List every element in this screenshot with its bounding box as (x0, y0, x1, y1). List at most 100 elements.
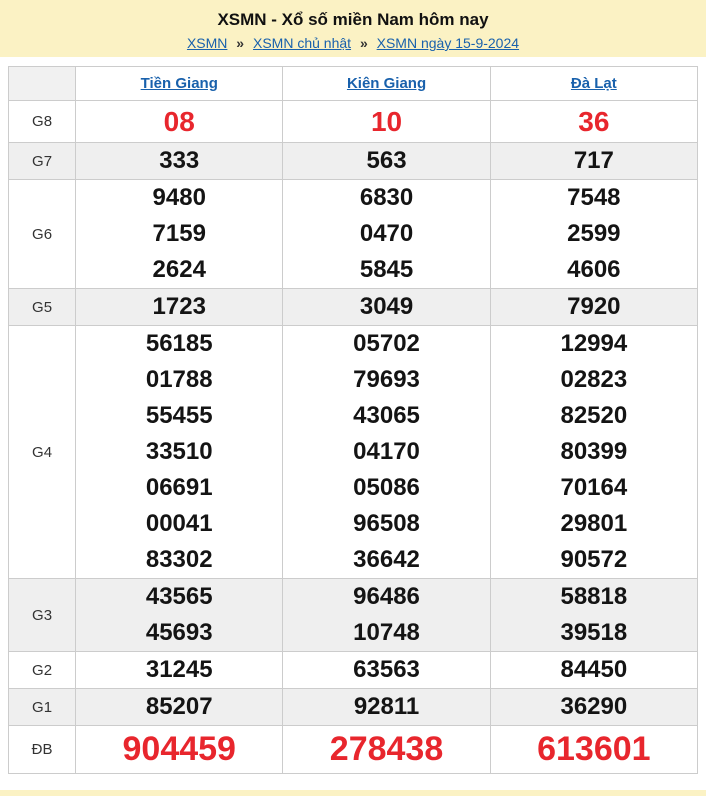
prize-number: 06691 (145, 474, 213, 501)
prize-number: 5845 (359, 256, 414, 283)
prize-number: 79693 (353, 366, 420, 393)
prize-cell: 7920 (489, 288, 699, 326)
prize-number: 12994 (560, 330, 628, 357)
prize-number: 05086 (353, 474, 420, 501)
breadcrumb-link-xsmn-chu-nhat[interactable]: XSMN chủ nhật (253, 35, 351, 51)
prize-number: 43065 (353, 402, 420, 429)
table-header-row: Tiền Giang Kiên Giang Đà Lạt (7, 66, 699, 101)
table-row-g5: G5 1723 3049 7920 (7, 288, 699, 326)
prize-number: 3049 (359, 293, 414, 320)
prize-number: 7159 (152, 220, 206, 247)
page-header: XSMN - Xổ số miền Nam hôm nay XSMN » XSM… (0, 0, 706, 57)
prize-number: 7920 (567, 293, 621, 320)
prize-cell: 36 (489, 100, 699, 143)
prize-number: 39518 (560, 619, 628, 646)
province-link-tien-giang[interactable]: Tiền Giang (141, 75, 218, 92)
prize-number: 4606 (567, 256, 621, 283)
prize-number: 7548 (567, 184, 621, 211)
prize-cell: 278438 (282, 725, 491, 774)
prize-cell: 58818 39518 (489, 578, 699, 652)
prize-number: 33510 (145, 438, 213, 465)
breadcrumb-link-xsmn-date[interactable]: XSMN ngày 15-9-2024 (377, 35, 519, 51)
prize-cell: 08 (75, 100, 284, 143)
prize-label: G1 (7, 688, 77, 726)
results-table-container: Tiền Giang Kiên Giang Đà Lạt G8 08 10 36… (7, 66, 699, 774)
prize-number: 63563 (353, 656, 420, 683)
prize-number: 563 (366, 147, 407, 174)
prize-number: 29801 (560, 510, 628, 537)
prize-cell: 3049 (282, 288, 491, 326)
province-link-kien-giang[interactable]: Kiên Giang (347, 75, 426, 92)
prize-label: G3 (7, 578, 77, 652)
prize-number: 05702 (353, 330, 420, 357)
prize-cell: 10 (282, 100, 491, 143)
prize-label: G5 (7, 288, 77, 326)
table-row-g8: G8 08 10 36 (7, 100, 699, 143)
prize-label: G8 (7, 100, 77, 143)
prize-cell: 6830 0470 5845 (282, 179, 491, 289)
prize-number: 04170 (353, 438, 420, 465)
table-row-g1: G1 85207 92811 36290 (7, 688, 699, 726)
prize-number: 45693 (145, 619, 213, 646)
prize-cell: 36290 (489, 688, 699, 726)
footer-band (0, 790, 706, 796)
prize-cell: 96486 10748 (282, 578, 491, 652)
prize-number: 58818 (560, 583, 628, 610)
prize-number: 83302 (145, 546, 213, 573)
prize-cell: 1723 (75, 288, 284, 326)
prize-number: 08 (163, 106, 195, 137)
prize-number: 904459 (122, 730, 236, 768)
prize-cell: 333 (75, 142, 284, 180)
prize-number: 2624 (152, 256, 206, 283)
prize-cell: 31245 (75, 651, 284, 689)
results-table: Tiền Giang Kiên Giang Đà Lạt G8 08 10 36… (7, 66, 699, 774)
prize-cell: 84450 (489, 651, 699, 689)
prize-cell: 12994 02823 82520 80399 70164 29801 9057… (489, 325, 699, 579)
prize-number: 80399 (560, 438, 628, 465)
page-title: XSMN - Xổ số miền Nam hôm nay (217, 10, 489, 29)
prize-number: 613601 (537, 730, 651, 768)
corner-cell (7, 66, 77, 101)
table-row-db: ĐB 904459 278438 613601 (7, 725, 699, 774)
prize-cell: 563 (282, 142, 491, 180)
prize-number: 9480 (152, 184, 206, 211)
prize-number: 278438 (329, 730, 444, 768)
province-link-da-lat[interactable]: Đà Lạt (571, 75, 617, 92)
breadcrumb: XSMN » XSMN chủ nhật » XSMN ngày 15-9-20… (0, 34, 706, 52)
prize-cell: 717 (489, 142, 699, 180)
prize-number: 92811 (353, 693, 420, 720)
prize-cell: 63563 (282, 651, 491, 689)
prize-label: G2 (7, 651, 77, 689)
prize-cell: 7548 2599 4606 (489, 179, 699, 289)
prize-number: 56185 (145, 330, 213, 357)
prize-number: 6830 (359, 184, 414, 211)
prize-number: 00041 (145, 510, 213, 537)
prize-number: 01788 (145, 366, 213, 393)
table-row-g2: G2 31245 63563 84450 (7, 651, 699, 689)
table-row-g7: G7 333 563 717 (7, 142, 699, 180)
prize-number: 10 (370, 106, 403, 137)
prize-number: 96486 (353, 583, 420, 610)
column-header-kien-giang: Kiên Giang (282, 66, 491, 101)
column-header-da-lat: Đà Lạt (489, 66, 699, 101)
prize-number: 31245 (145, 656, 213, 683)
breadcrumb-separator: » (359, 35, 368, 51)
breadcrumb-link-xsmn[interactable]: XSMN (187, 35, 227, 51)
breadcrumb-separator: » (236, 35, 245, 51)
prize-cell: 05702 79693 43065 04170 05086 96508 3664… (282, 325, 491, 579)
prize-label: G4 (7, 325, 77, 579)
prize-label: ĐB (7, 725, 77, 774)
prize-number: 36642 (353, 546, 420, 573)
prize-number: 333 (159, 147, 200, 174)
prize-cell: 613601 (489, 725, 699, 774)
prize-number: 85207 (145, 693, 213, 720)
prize-number: 43565 (145, 583, 213, 610)
prize-number: 55455 (145, 402, 213, 429)
prize-number: 96508 (353, 510, 420, 537)
prize-cell: 904459 (75, 725, 284, 774)
prize-number: 02823 (560, 366, 628, 393)
prize-number: 1723 (152, 293, 206, 320)
prize-cell: 9480 7159 2624 (75, 179, 284, 289)
prize-number: 36 (578, 106, 610, 137)
prize-cell: 92811 (282, 688, 491, 726)
